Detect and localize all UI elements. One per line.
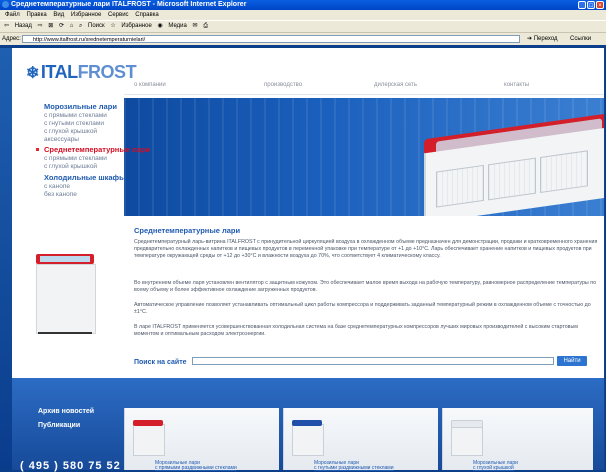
- search-label: Поиск на сайте: [134, 359, 187, 366]
- back-button[interactable]: ⇦ Назад: [4, 23, 32, 29]
- window-title: Среднетемпературные лари ITALFROST - Mic…: [11, 1, 247, 8]
- nav-sub-mt-straight-glass[interactable]: с прямыми стеклами: [44, 155, 107, 162]
- page-left-edge: [0, 48, 12, 470]
- menu-tools[interactable]: Сервис: [108, 12, 129, 18]
- product-image: [30, 248, 100, 338]
- nav-sub-curved-glass[interactable]: с гнутыми стеклами: [44, 120, 104, 127]
- footer: Архив новостей Публикации ( 495 ) 580 75…: [12, 378, 604, 472]
- nav-contacts[interactable]: контакты: [504, 82, 529, 88]
- search-input[interactable]: [192, 357, 554, 365]
- web-page: ❄ ITALFROST о компании производство дилер…: [12, 48, 604, 472]
- freezer-thumb-image: [292, 424, 324, 456]
- refresh-icon[interactable]: ⟳: [59, 23, 64, 29]
- address-input[interactable]: http://www.italfrost.ru/srednetemperatur…: [22, 35, 520, 43]
- menu-view[interactable]: Вид: [53, 12, 64, 18]
- product-thumb-1[interactable]: Морозильные лари с прямыми раздвижными с…: [124, 408, 279, 471]
- close-button[interactable]: ×: [596, 1, 604, 9]
- nav-sub-mt-solid-lid[interactable]: с глухой крышкой: [44, 163, 97, 170]
- minimize-button[interactable]: _: [578, 1, 586, 9]
- search-submit-button[interactable]: Найти: [557, 356, 587, 366]
- address-label: Адрес:: [2, 36, 21, 42]
- menu-help[interactable]: Справка: [135, 12, 159, 18]
- print-icon[interactable]: ⎙: [203, 23, 208, 29]
- content-paragraph-2: Во внутреннем объеме ларя установлен вен…: [134, 280, 597, 293]
- address-bar: Адрес: http://www.italfrost.ru/srednetem…: [0, 33, 606, 45]
- search-button[interactable]: ⌕ Поиск: [79, 23, 105, 29]
- menu-favorites[interactable]: Избранное: [71, 12, 101, 18]
- site-logo[interactable]: ❄ ITALFROST: [26, 62, 137, 83]
- snowflake-icon: ❄: [26, 65, 39, 82]
- hero-banner: [124, 98, 604, 216]
- nav-cat-medium-temp[interactable]: Среднетемпературные лари: [44, 145, 150, 154]
- ie-logo-icon: [2, 1, 9, 8]
- product-thumb-2[interactable]: Морозильные лари с гнутыми раздвижными с…: [283, 408, 438, 471]
- phone-number: ( 495 ) 580 75 52: [20, 460, 121, 472]
- toolbar: ⇦ Назад ⇨ ⊠ ⟳ ⌂ ⌕ Поиск ☆ Избранное ◉ Ме…: [0, 20, 606, 33]
- maximize-button[interactable]: □: [587, 1, 595, 9]
- active-bullet-icon: [36, 148, 39, 151]
- nav-about[interactable]: о компании: [134, 82, 166, 88]
- top-navigation: о компании производство дилерская сеть к…: [124, 74, 604, 95]
- nav-cat-cabinets[interactable]: Холодильные шкафы: [44, 173, 126, 182]
- nav-sub-straight-glass[interactable]: с прямыми стеклами: [44, 112, 107, 119]
- links-button[interactable]: Ссылки: [570, 33, 591, 45]
- nav-sub-no-canopy[interactable]: без канопе: [44, 191, 77, 198]
- product-thumb-3[interactable]: Морозильные лари с глухой крышкой: [442, 408, 593, 471]
- news-archive-link[interactable]: Архив новостей: [38, 408, 94, 415]
- freezer-thumb-image: [133, 424, 165, 456]
- menu-bar: Файл Правка Вид Избранное Сервис Справка: [0, 10, 606, 20]
- publications-link[interactable]: Публикации: [38, 422, 80, 429]
- stop-icon[interactable]: ⊠: [48, 23, 53, 29]
- go-button[interactable]: ➔ Переход: [527, 33, 558, 45]
- page-title: Среднетемпературные лари: [134, 226, 241, 235]
- content-paragraph-3: Автоматическое управление позволяет уста…: [134, 302, 591, 315]
- nav-production[interactable]: производство: [264, 82, 302, 88]
- window-titlebar: Среднетемпературные лари ITALFROST - Mic…: [0, 0, 606, 10]
- favorites-button[interactable]: ☆ Избранное: [110, 23, 151, 29]
- nav-sub-with-canopy[interactable]: с канопе: [44, 183, 70, 190]
- content-paragraph-4: В ларе ITALFROST применяется усовершенст…: [134, 324, 578, 337]
- nav-cat-freezers[interactable]: Морозильные лари: [44, 102, 117, 111]
- forward-button[interactable]: ⇨: [38, 23, 43, 29]
- mail-icon[interactable]: ✉: [193, 23, 198, 29]
- nav-sub-accessories[interactable]: аксессуары: [44, 136, 79, 143]
- menu-edit[interactable]: Правка: [26, 12, 46, 18]
- nav-dealers[interactable]: дилерская сеть: [374, 82, 417, 88]
- home-icon[interactable]: ⌂: [70, 23, 74, 29]
- freezer-thumb-image: [451, 424, 483, 456]
- menu-file[interactable]: Файл: [5, 12, 20, 18]
- nav-sub-solid-lid[interactable]: с глухой крышкой: [44, 128, 97, 135]
- content-paragraph-1: Среднетемпературный ларь-витрина ITALFRO…: [134, 239, 598, 259]
- media-button[interactable]: ◉ Медиа: [157, 23, 186, 29]
